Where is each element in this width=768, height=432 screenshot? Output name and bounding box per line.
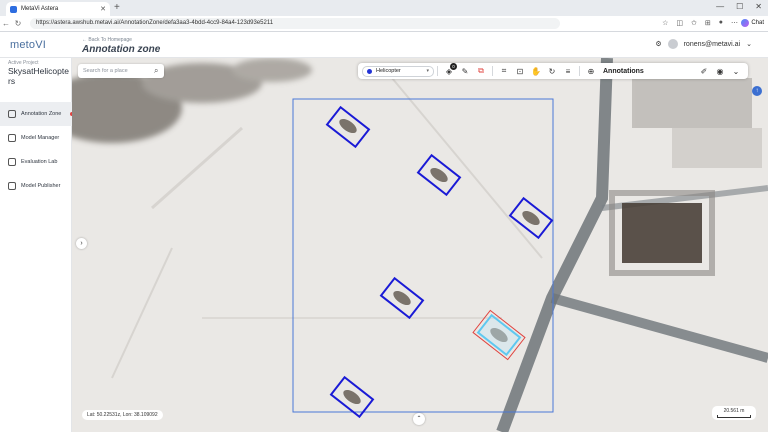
minimize-icon[interactable]: — (716, 2, 724, 11)
split-icon[interactable]: ◫ (676, 19, 683, 27)
profile-icon[interactable]: ● (719, 19, 723, 27)
annotations-icon: ⊕ (587, 66, 595, 76)
scale-label: 20.561 m (723, 408, 745, 414)
browser-tab[interactable]: MetaVi Astera ✕ (6, 2, 110, 16)
more-icon[interactable]: ⋯ (731, 19, 738, 27)
search-icon[interactable]: ⌕ (154, 64, 164, 78)
rotate-icon[interactable]: ↻ (544, 67, 560, 76)
scale-bar: 20.561 m (712, 406, 756, 420)
sidebar-item-evaluation-lab[interactable]: Evaluation Lab (0, 150, 72, 174)
sidebar-nav: Annotation Zone Model Manager Evaluation… (0, 102, 74, 198)
user-area: ⚙ ronens@metavi.ai ⌄ (655, 39, 752, 49)
sidebar: Active Project SkysatHelicopters Annotat… (0, 58, 74, 432)
favicon-icon (10, 5, 17, 13)
coordinates-readout: Lat: 50.22531z, Lon: 38.109092 (82, 410, 163, 420)
copy-icon[interactable]: ⧉ (473, 66, 489, 76)
sidebar-item-label: Evaluation Lab (21, 159, 58, 165)
layers-icon[interactable]: ◈ 0 (441, 62, 457, 76)
favorites-icon[interactable]: ✩ (691, 19, 697, 27)
sidebar-item-annotation-zone[interactable]: Annotation Zone (0, 102, 74, 126)
star-icon[interactable]: ☆ (662, 19, 668, 27)
user-email[interactable]: ronens@metavi.ai (684, 41, 741, 48)
collections-icon[interactable]: ⊞ (705, 19, 711, 27)
divider (579, 66, 580, 76)
annotation-toolbar: Helicopter ▾ ◈ 0 ✎ ⧉ ⌗ ⊡ ✋ ↻ ≡ ⊕ Annotati… (358, 62, 748, 79)
model-icon (8, 134, 16, 142)
url-field[interactable]: https://astera.awshub.metavi.ai/Annotati… (30, 18, 560, 29)
chat-button[interactable]: Chat (741, 19, 764, 27)
publish-icon (8, 182, 16, 190)
compass-icon[interactable]: ↑ (752, 86, 762, 96)
class-name: Helicopter (376, 68, 401, 74)
map-canvas[interactable]: Search for a place ⌕ Helicopter ▾ ◈ 0 ✎ ⧉… (72, 58, 768, 432)
sliders-icon[interactable]: ≡ (560, 67, 576, 76)
layer-count-badge: 0 (450, 62, 457, 70)
close-tab-icon[interactable]: ✕ (100, 5, 106, 13)
sidebar-item-model-publisher[interactable]: Model Publisher (0, 174, 72, 198)
divider (437, 66, 438, 76)
divider (492, 66, 493, 76)
crop-icon[interactable]: ⌗ (496, 66, 512, 76)
expand-sidebar-button[interactable]: › (76, 238, 87, 249)
magic-wand-icon[interactable]: ✎ (457, 67, 473, 76)
page-title: Annotation zone (82, 44, 161, 55)
settings-icon[interactable]: ⚙ (655, 40, 661, 48)
satellite-image (72, 58, 768, 432)
lab-icon (8, 158, 16, 166)
chevron-down-icon[interactable]: ⌄ (728, 67, 744, 76)
logo: metoVI (10, 39, 47, 51)
chat-label: Chat (751, 20, 764, 26)
pan-hand-icon[interactable]: ✋ (528, 67, 544, 76)
back-to-homepage-link[interactable]: ← Back To Homepage (82, 37, 132, 43)
annotations-title: Annotations (603, 67, 644, 75)
browser-actions: ☆ ◫ ✩ ⊞ ● ⋯ (662, 19, 738, 27)
avatar[interactable] (667, 39, 678, 49)
eye-icon[interactable]: ◉ (712, 67, 728, 76)
chevron-down-icon[interactable]: ⌄ (746, 40, 752, 48)
class-color-dot (367, 68, 372, 74)
chevron-down-icon: ▾ (426, 68, 429, 74)
window-controls: — ☐ ✕ (716, 2, 762, 11)
sidebar-item-label: Annotation Zone (21, 111, 62, 117)
detect-icon[interactable]: ⊡ (512, 67, 528, 76)
sidebar-item-label: Model Manager (21, 135, 60, 141)
maximize-icon[interactable]: ☐ (736, 2, 743, 11)
class-select[interactable]: Helicopter ▾ (362, 65, 434, 77)
copilot-icon (741, 19, 750, 27)
search-input[interactable]: Search for a place (78, 64, 164, 78)
annotation-icon (8, 110, 16, 118)
close-window-icon[interactable]: ✕ (755, 2, 762, 11)
sidebar-item-label: Model Publisher (21, 183, 61, 189)
tab-title: MetaVi Astera (21, 6, 59, 12)
collapse-panel-button[interactable]: ⌃ (413, 413, 425, 425)
browser-tab-bar: MetaVi Astera ✕ + — ☐ ✕ (0, 0, 768, 16)
app-header: metoVI ← Back To Homepage Annotation zon… (0, 32, 768, 58)
sidebar-item-model-manager[interactable]: Model Manager (0, 126, 72, 150)
back-icon[interactable]: ← (0, 19, 12, 28)
address-bar: ← ↻ https://astera.awshub.metavi.ai/Anno… (0, 16, 768, 32)
refresh-icon[interactable]: ↻ (12, 19, 24, 28)
new-tab-icon[interactable]: + (114, 2, 120, 14)
scale-bar-line (717, 415, 751, 418)
project-name: SkysatHelicopters (8, 66, 69, 86)
edit-icon[interactable]: ✐ (696, 67, 712, 76)
